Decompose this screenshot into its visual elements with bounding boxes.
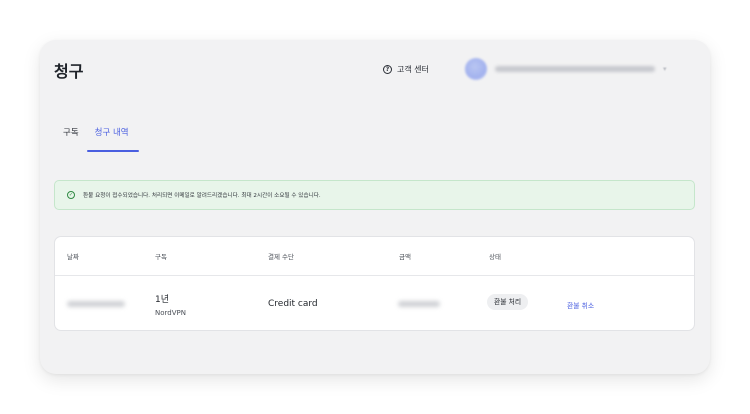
cancel-refund-link[interactable]: 환불 취소 — [567, 300, 594, 311]
plan-name: NordVPN — [155, 309, 186, 317]
billing-panel: 청구 ? 고객 센터 ▾ 구독 청구 내역 ✓ 환불 요청이 접수되었습니다. … — [40, 40, 710, 374]
refund-notice-text: 환불 요청이 접수되었습니다. 처리되면 이메일로 알려드리겠습니다. 최대 2… — [83, 193, 321, 199]
avatar — [465, 58, 487, 80]
payment-method: Credit card — [268, 299, 318, 309]
status-badge-label: 환불 처리 — [487, 294, 529, 310]
column-payment-method: 결제 수단 — [268, 253, 294, 261]
date-redacted — [67, 301, 125, 307]
amount-redacted — [398, 301, 440, 307]
support-center-link[interactable]: ? 고객 센터 — [383, 64, 429, 75]
tab-billing-history-label: 청구 내역 — [94, 128, 129, 138]
tab-subscription-label: 구독 — [63, 128, 79, 138]
column-date: 날짜 — [67, 253, 79, 261]
column-amount: 금액 — [399, 253, 411, 261]
table-row: 1년 NordVPN Credit card 환불 처리 환불 취소 — [55, 276, 694, 332]
cancel-refund-label: 환불 취소 — [567, 302, 595, 310]
column-status: 상태 — [489, 253, 501, 261]
support-center-label: 고객 센터 — [397, 65, 429, 74]
status-badge: 환불 처리 — [487, 294, 529, 310]
table-header: 날짜 구독 결제 수단 금액 상태 — [55, 237, 694, 276]
plan-duration: 1년 — [155, 295, 170, 305]
tab-subscription[interactable]: 구독 — [54, 126, 87, 152]
billing-table: 날짜 구독 결제 수단 금액 상태 1년 NordVPN Credit card… — [54, 236, 695, 331]
plan-cell: 1년 NordVPN — [155, 292, 186, 317]
account-menu[interactable]: ▾ — [465, 58, 667, 80]
question-circle-icon: ? — [383, 65, 392, 74]
tab-billing-history[interactable]: 청구 내역 — [86, 126, 139, 152]
page-title: 청구 — [54, 62, 84, 81]
check-circle-icon: ✓ — [67, 191, 75, 199]
column-subscription: 구독 — [155, 253, 167, 261]
refund-notice: ✓ 환불 요청이 접수되었습니다. 처리되면 이메일로 알려드리겠습니다. 최대… — [54, 180, 695, 210]
tab-bar: 구독 청구 내역 — [54, 126, 139, 152]
account-email-redacted — [495, 66, 655, 72]
chevron-down-icon: ▾ — [663, 65, 667, 73]
